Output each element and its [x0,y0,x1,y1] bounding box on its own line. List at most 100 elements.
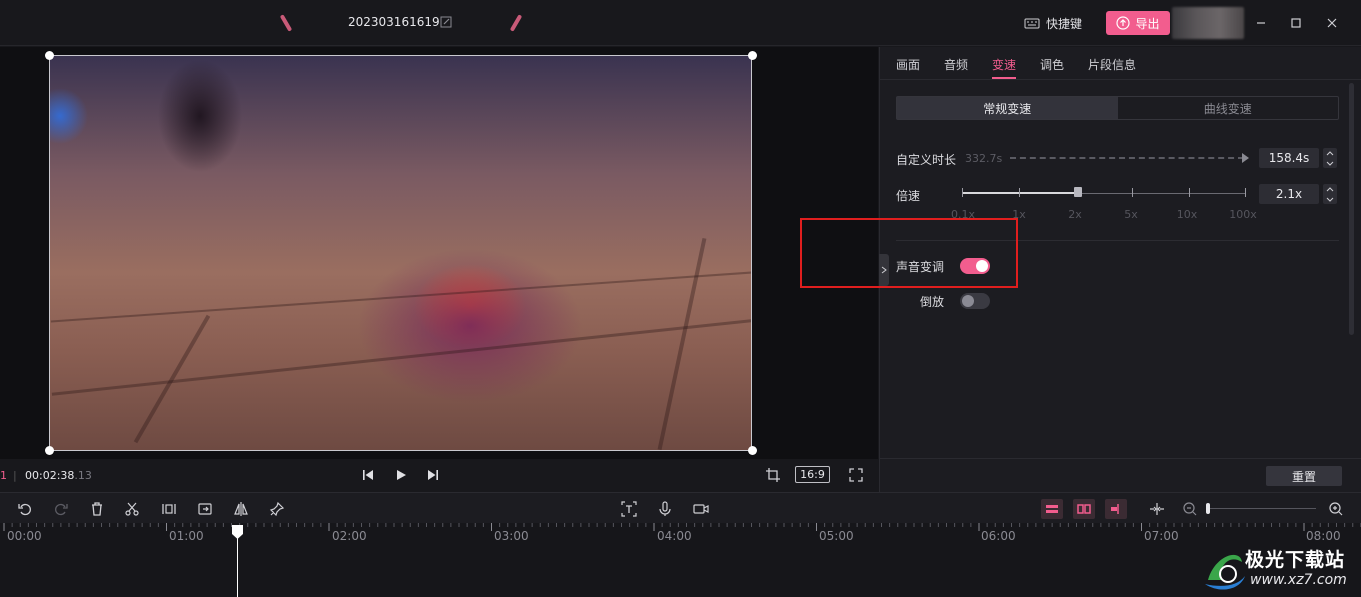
mode-normal-speed[interactable]: 常规变速 [897,97,1118,119]
export-button[interactable]: 导出 [1106,11,1170,35]
tab-clip-info[interactable]: 片段信息 [1088,56,1136,73]
speed-label: 倍速 [896,189,921,203]
tab-speed[interactable]: 变速 [992,56,1016,73]
pencil-icon[interactable] [440,16,452,28]
speed-tick-label: 10x [1176,208,1198,221]
ruler-time-label: 07:00 [1144,529,1179,543]
tab-picture[interactable]: 画面 [896,56,920,73]
crop-icon[interactable] [766,468,780,482]
close-button[interactable] [1323,14,1341,32]
speed-tick-label: 2x [1068,208,1082,221]
timecode-prefix: 1 [0,469,7,482]
ruler-time-label: 04:00 [657,529,692,543]
playhead-handle[interactable] [232,525,243,539]
microphone-icon[interactable] [657,501,673,517]
shortcut-button[interactable]: 快捷键 [1024,13,1082,33]
chevron-up-icon [1326,150,1334,155]
reverse-toggle[interactable] [960,293,990,309]
ruler-time-label: 05:00 [819,529,854,543]
minimize-icon [1257,22,1265,24]
original-duration: 332.7s [965,152,1003,165]
camera-record-icon[interactable] [693,501,709,517]
speed-input[interactable]: 2.1x [1259,184,1319,204]
panel-scrollbar[interactable] [1349,83,1354,335]
current-timecode: 00:02:38.13 [25,469,92,482]
close-icon [1327,18,1337,28]
custom-duration-input[interactable]: 158.4s [1259,148,1319,168]
watermark-url: www.xz7.com [1250,572,1347,588]
track-link-button[interactable] [1041,499,1063,519]
speed-tick [1189,188,1190,197]
maximize-button[interactable] [1287,14,1305,32]
tile-line [657,237,707,450]
duration-arrow [1242,153,1249,163]
speed-slider-fill [962,192,1079,194]
duration-line [1010,157,1244,159]
duration-stepper[interactable] [1323,148,1337,168]
magnet-snap-button[interactable] [1073,499,1095,519]
shortcut-label: 快捷键 [1046,16,1083,31]
minimize-button[interactable] [1252,14,1270,32]
preview-area [0,47,878,459]
playhead-line[interactable] [237,535,238,597]
speed-tick [962,188,963,197]
text-recognition-icon[interactable] [621,501,637,517]
chevron-down-icon [1326,197,1334,202]
maximize-icon [1291,18,1301,28]
timecode-frames: .13 [74,469,92,482]
timecode-main: 00:02:38 [25,469,75,482]
zoom-in-icon[interactable] [1328,501,1344,517]
speed-tick [1245,188,1246,197]
project-title: 202303161619 [348,15,440,29]
upload-icon [1116,16,1131,30]
speed-slider-knob[interactable] [1074,187,1083,197]
title-bar: 202303161619 快捷键 导出 [0,0,1361,46]
ruler-time-label: 02:00 [332,529,367,543]
skip-forward-icon[interactable] [426,468,440,482]
replace-icon[interactable] [197,501,213,517]
tile-line [50,271,751,323]
fullscreen-icon[interactable] [849,468,863,482]
skip-back-icon[interactable] [361,468,375,482]
preview-axis-button[interactable] [1105,499,1127,519]
decor-stroke-left [279,14,293,32]
video-preview[interactable] [49,55,752,451]
zoom-slider-track[interactable] [1208,508,1316,509]
delete-icon[interactable] [89,501,105,517]
mirror-icon[interactable] [233,501,249,517]
pin-icon[interactable] [269,501,285,517]
split-icon[interactable] [161,501,177,517]
undo-icon[interactable] [17,501,33,517]
resize-handle-tr[interactable] [748,51,757,60]
preview-axis-icon [1111,504,1119,514]
ruler-time-label: 06:00 [981,529,1016,543]
mode-curve-speed[interactable]: 曲线变速 [1118,97,1339,119]
zoom-out-icon[interactable] [1182,501,1198,517]
resize-handle-bl[interactable] [45,446,54,455]
fit-timeline-icon[interactable] [1149,501,1165,517]
zoom-slider-knob[interactable] [1206,503,1210,514]
play-icon[interactable] [394,468,408,482]
scissors-icon[interactable] [124,501,140,517]
decor-stroke-right [509,14,523,32]
custom-duration-label: 自定义时长 [896,153,957,167]
timeline-ruler[interactable]: 00:00 01:00 02:00 03:00 04:00 05:00 06:0… [0,523,1361,597]
redo-icon[interactable] [53,501,69,517]
reset-button[interactable]: 重置 [1266,466,1342,486]
tab-audio[interactable]: 音频 [944,56,968,73]
speed-tick-label: 5x [1124,208,1138,221]
magnet-icon [1077,504,1091,514]
ruler-time-label: 03:00 [494,529,529,543]
aspect-ratio-button[interactable]: 16:9 [795,466,830,483]
keyboard-icon [1024,18,1040,29]
track-link-icon [1046,505,1058,513]
avatar[interactable] [1172,7,1244,39]
panel-footer: 重置 [880,458,1361,492]
speed-mode-toggle: 常规变速 曲线变速 [896,96,1339,120]
resize-handle-tl[interactable] [45,51,54,60]
tab-color[interactable]: 调色 [1040,56,1064,73]
speed-stepper[interactable] [1323,184,1337,204]
highlight-annotation [800,218,1018,288]
active-tab-indicator [992,77,1016,79]
resize-handle-br[interactable] [748,446,757,455]
